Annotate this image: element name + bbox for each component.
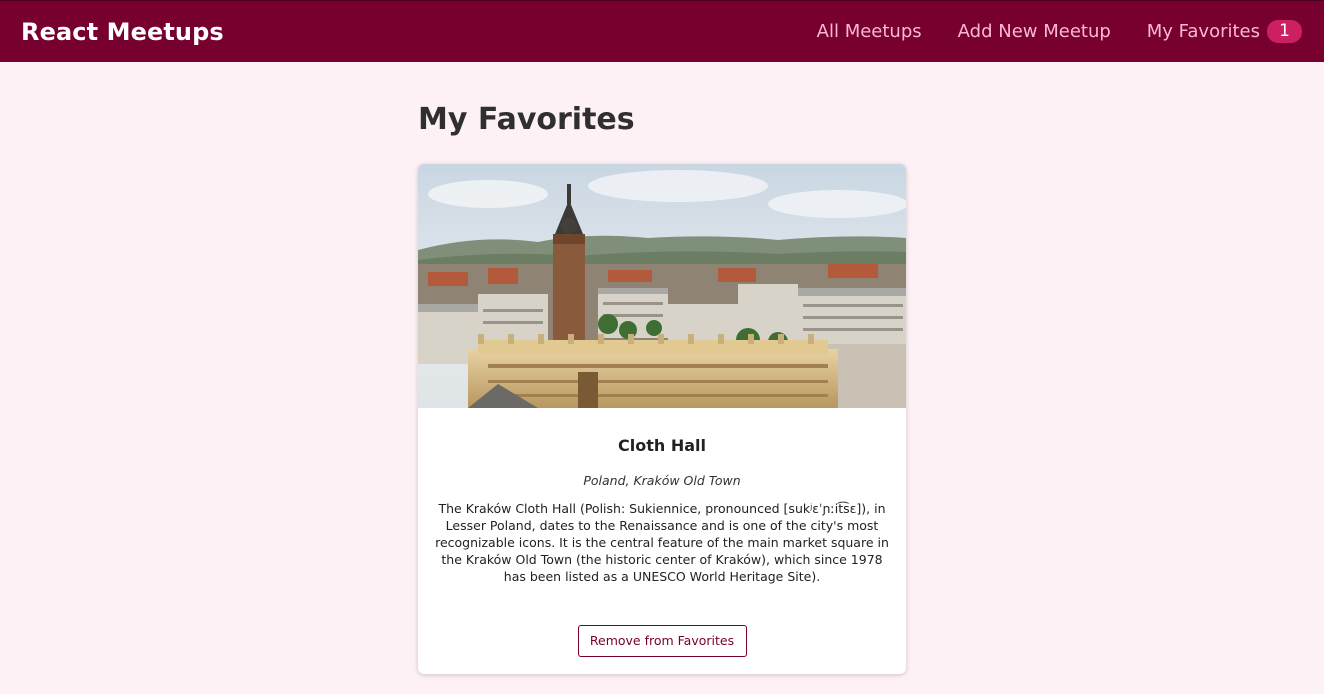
meetup-actions: Remove from Favorites [418,625,906,657]
meetup-card: Cloth Hall Poland, Kraków Old Town The K… [418,164,906,674]
meetup-description: The Kraków Cloth Hall (Polish: Sukiennic… [435,501,889,584]
nav-my-favorites-label: My Favorites [1146,21,1260,42]
meetup-title: Cloth Hall [618,436,706,455]
app-logo[interactable]: React Meetups [21,18,224,46]
nav-all-meetups[interactable]: All Meetups [817,21,922,42]
meetup-image [418,164,906,408]
nav-add-new-meetup[interactable]: Add New Meetup [958,21,1111,42]
meetup-address: Poland, Kraków Old Town [583,473,741,488]
main-header: React Meetups All Meetups Add New Meetup… [0,0,1324,62]
main-navigation: All Meetups Add New Meetup My Favorites … [781,1,1302,62]
meetup-content: Cloth Hall Poland, Kraków Old Town The K… [418,436,906,585]
nav-my-favorites[interactable]: My Favorites 1 [1147,20,1302,43]
krakow-old-town-photo [418,164,906,408]
remove-from-favorites-button[interactable]: Remove from Favorites [577,625,747,657]
favorites-count-badge: 1 [1267,20,1302,43]
page-title: My Favorites [418,102,635,137]
main-content: My Favorites Cloth Hall Poland, Kraków O… [418,62,906,674]
